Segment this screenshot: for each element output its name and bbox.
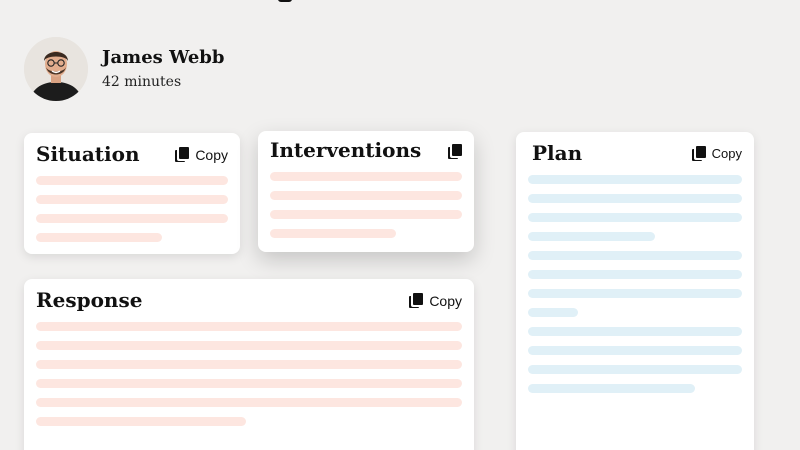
placeholder-line	[528, 365, 742, 374]
placeholder-line	[36, 398, 462, 407]
response-placeholder-lines	[36, 322, 462, 426]
interventions-title: Interventions	[270, 138, 422, 162]
plan-card[interactable]: Plan Copy	[516, 132, 754, 450]
placeholder-line	[270, 191, 462, 200]
situation-title: Situation	[36, 142, 140, 166]
placeholder-line	[270, 229, 396, 238]
placeholder-line	[36, 379, 462, 388]
placeholder-line	[36, 322, 462, 331]
placeholder-line	[528, 194, 742, 203]
client-name: James Webb	[102, 47, 225, 68]
response-title: Response	[36, 288, 143, 312]
copy-icon	[409, 293, 424, 309]
placeholder-line	[36, 176, 228, 185]
placeholder-line	[36, 360, 462, 369]
placeholder-line	[270, 172, 462, 181]
avatar	[24, 37, 88, 101]
placeholder-line	[36, 417, 246, 426]
copy-icon	[175, 147, 190, 163]
placeholder-line	[528, 308, 578, 317]
situation-copy-button[interactable]: Copy	[175, 147, 228, 163]
placeholder-line	[36, 233, 162, 242]
placeholder-line	[36, 341, 462, 350]
copy-label: Copy	[195, 147, 228, 163]
page-title-fragment	[278, 0, 292, 2]
placeholder-line	[528, 175, 742, 184]
response-copy-button[interactable]: Copy	[409, 293, 462, 309]
placeholder-line	[36, 195, 228, 204]
copy-label: Copy	[711, 146, 742, 161]
notes-page: James Webb 42 minutes Situation Copy Int…	[0, 0, 800, 450]
copy-icon	[448, 144, 462, 160]
situation-placeholder-lines	[36, 176, 228, 242]
placeholder-line	[270, 210, 462, 219]
session-duration: 42 minutes	[102, 74, 182, 90]
placeholder-line	[36, 214, 228, 223]
placeholder-line	[528, 346, 742, 355]
copy-icon	[691, 146, 706, 162]
interventions-copy-button[interactable]	[448, 144, 462, 160]
interventions-card[interactable]: Interventions	[258, 131, 474, 252]
placeholder-line	[528, 384, 695, 393]
placeholder-line	[528, 289, 742, 298]
client-profile: James Webb 42 minutes	[24, 37, 224, 101]
interventions-placeholder-lines	[270, 172, 462, 238]
placeholder-line	[528, 213, 742, 222]
plan-placeholder-lines	[528, 175, 742, 393]
plan-title: Plan	[532, 141, 583, 165]
response-card[interactable]: Response Copy	[24, 279, 474, 450]
placeholder-line	[528, 251, 742, 260]
plan-copy-button[interactable]: Copy	[691, 146, 742, 162]
situation-card[interactable]: Situation Copy	[24, 133, 240, 254]
placeholder-line	[528, 270, 742, 279]
placeholder-line	[528, 327, 742, 336]
copy-label: Copy	[429, 293, 462, 309]
placeholder-line	[528, 232, 655, 241]
